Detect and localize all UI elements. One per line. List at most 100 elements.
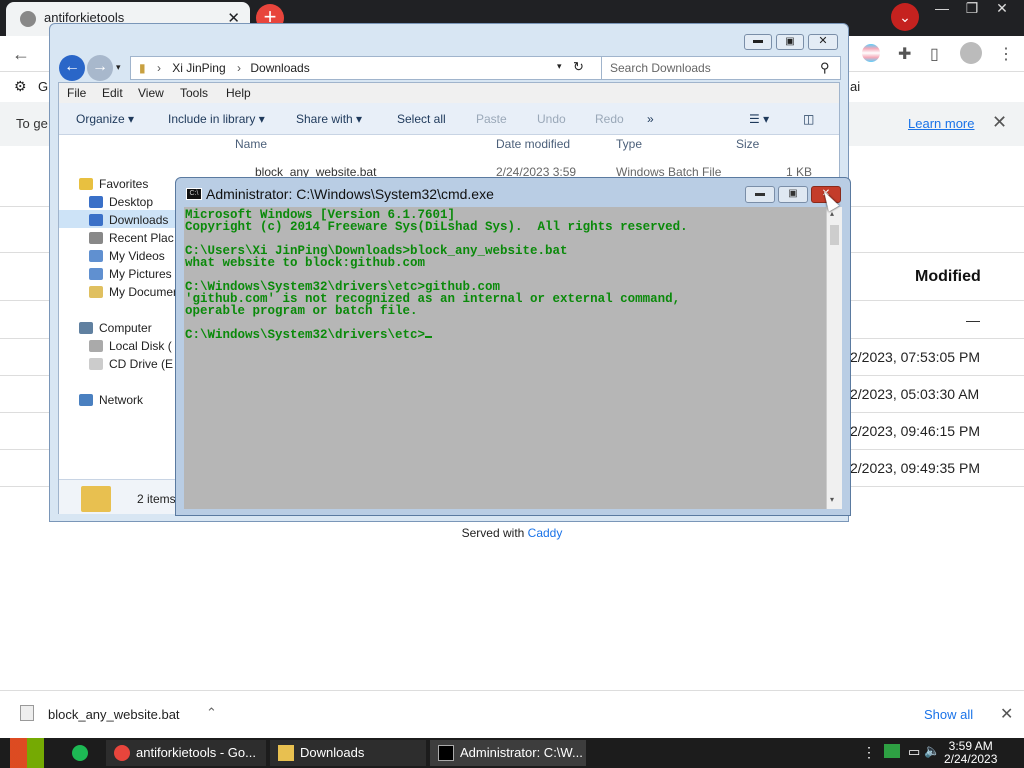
back-icon[interactable]: ← [12,44,30,65]
include-library-button[interactable]: Include in library ▾ [168,112,265,126]
menu-edit[interactable]: Edit [102,86,123,100]
dropdown-icon[interactable]: ▾ [557,61,562,72]
more-commands-button[interactable]: » [647,112,654,126]
share-with-button[interactable]: Share with ▾ [296,112,362,126]
menu-tools[interactable]: Tools [180,86,208,100]
select-all-button[interactable]: Select all [397,112,446,126]
item-count: 2 items [137,492,176,506]
star-icon [79,178,93,190]
profile-icon[interactable] [960,42,982,64]
console-output[interactable]: Microsoft Windows [Version 6.1.7601] Copy… [184,207,826,509]
file-icon [20,705,34,721]
search-input[interactable]: Search Downloads [601,56,841,80]
clock-date: 2/24/2023 [944,752,998,766]
menu-icon[interactable]: ⋮ [998,44,1014,64]
close-icon[interactable]: ✕ [992,112,1007,133]
search-icon[interactable]: ⚲ [820,60,830,76]
minimize-icon[interactable]: — [926,0,958,18]
minimize-icon[interactable]: ▬ [745,186,775,203]
menu-file[interactable]: File [67,86,86,100]
documents-icon [89,286,103,298]
scroll-thumb[interactable] [830,225,839,245]
more-icon[interactable]: ⋮ [862,744,876,761]
served-footer: Served with Caddy [0,526,1024,540]
taskbar: antiforkietools - Go... Downloads Admini… [0,738,1024,768]
sidepanel-icon[interactable]: ▯ [930,44,939,64]
maximize-icon[interactable]: ▣ [776,34,804,50]
learn-more-link[interactable]: Learn more [908,116,974,131]
videos-icon [89,250,103,262]
windows-start-icon[interactable] [10,738,44,768]
view-options-icon[interactable]: ☰ ▾ [749,112,769,126]
share-with-label: Share with [296,112,353,126]
clock[interactable]: 3:59 AM 2/24/2023 [944,740,997,766]
chevron-up-icon[interactable]: ⌃ [206,705,217,721]
organize-label: Organize [76,112,125,126]
organize-button[interactable]: Organize ▾ [76,112,134,126]
bookmark-label[interactable]: G [38,79,48,94]
chevron-right-icon: › [237,61,242,75]
taskbar-explorer[interactable]: Downloads [270,740,426,766]
console-line: Copyright (c) 2014 Freeware Sys(DiLshad … [185,220,688,234]
disk-icon [89,340,103,352]
minimize-icon[interactable]: ▬ [744,34,772,50]
nav-pictures[interactable]: My Pictures [109,267,172,281]
nav-network[interactable]: Network [99,393,143,407]
tab-search-icon[interactable]: ⌄ [891,3,919,31]
volume-icon[interactable]: 🔈 [924,743,940,759]
nav-desktop[interactable]: Desktop [109,195,153,209]
address-bar[interactable]: ▮ › Xi JinPing › Downloads ▾ ↻ [130,56,640,80]
preview-pane-icon[interactable]: ◫ [803,112,814,126]
scroll-down-icon[interactable]: ▾ [830,495,834,504]
breadcrumb-downloads[interactable]: Downloads [250,61,309,75]
taskbar-cmd[interactable]: Administrator: C:\W... [430,740,586,766]
download-item[interactable]: block_any_website.bat [48,707,180,722]
close-window-icon[interactable]: ✕ [986,0,1018,18]
scrollbar[interactable]: ▴ ▾ [826,207,842,509]
restore-icon[interactable]: ❐ [956,0,988,18]
computer-icon [79,322,93,334]
console-icon [438,745,454,761]
redo-button[interactable]: Redo [595,112,624,126]
column-size[interactable]: Size [736,137,759,151]
modified-column-header[interactable]: Modified [915,268,981,286]
taskbar-chrome[interactable]: antiforkietools - Go... [106,740,266,766]
bookmark-icon[interactable]: ⚙ [14,78,27,95]
undo-button[interactable]: Undo [537,112,566,126]
menu-help[interactable]: Help [226,86,251,100]
menu-view[interactable]: View [138,86,164,100]
nav-favorites[interactable]: Favorites [99,177,148,191]
desktop-icon [89,196,103,208]
show-all-link[interactable]: Show all [924,707,973,722]
nav-videos[interactable]: My Videos [109,249,165,263]
caddy-link[interactable]: Caddy [528,526,563,540]
download-bar: block_any_website.bat ⌃ Show all ✕ [0,690,1024,738]
close-icon[interactable]: ✕ [1000,704,1013,724]
column-type[interactable]: Type [616,137,642,151]
column-name[interactable]: Name [235,137,267,151]
forward-icon[interactable]: → [87,55,113,81]
bookmark-label-right[interactable]: ai [850,79,860,94]
puzzle-icon[interactable]: ✚ [898,44,911,64]
close-icon[interactable]: ✕ [808,34,838,50]
paste-button[interactable]: Paste [476,112,507,126]
include-library-label: Include in library [168,112,256,126]
chevron-down-icon[interactable]: ▾ [116,62,121,73]
folder-icon [278,745,294,761]
nav-downloads[interactable]: Downloads [109,213,168,227]
cd-icon [89,358,103,370]
table-row: 2/2023, 07:53:05 PM [850,349,980,365]
spotify-icon[interactable] [72,745,88,761]
extension-icon[interactable] [862,44,880,62]
table-row: 2/2023, 05:03:30 AM [850,386,980,402]
network-tray-icon[interactable] [884,744,900,758]
monitor-icon[interactable]: ▭ [908,744,920,760]
recent-icon [89,232,103,244]
console-prompt: C:\Windows\System32\drivers\etc> [185,328,426,342]
column-date[interactable]: Date modified [496,137,570,151]
breadcrumb-user[interactable]: Xi JinPing [172,61,225,75]
maximize-icon[interactable]: ▣ [778,186,808,203]
nav-computer[interactable]: Computer [99,321,152,335]
refresh-icon[interactable]: ↻ [573,59,584,75]
back-icon[interactable]: ← [59,55,85,81]
